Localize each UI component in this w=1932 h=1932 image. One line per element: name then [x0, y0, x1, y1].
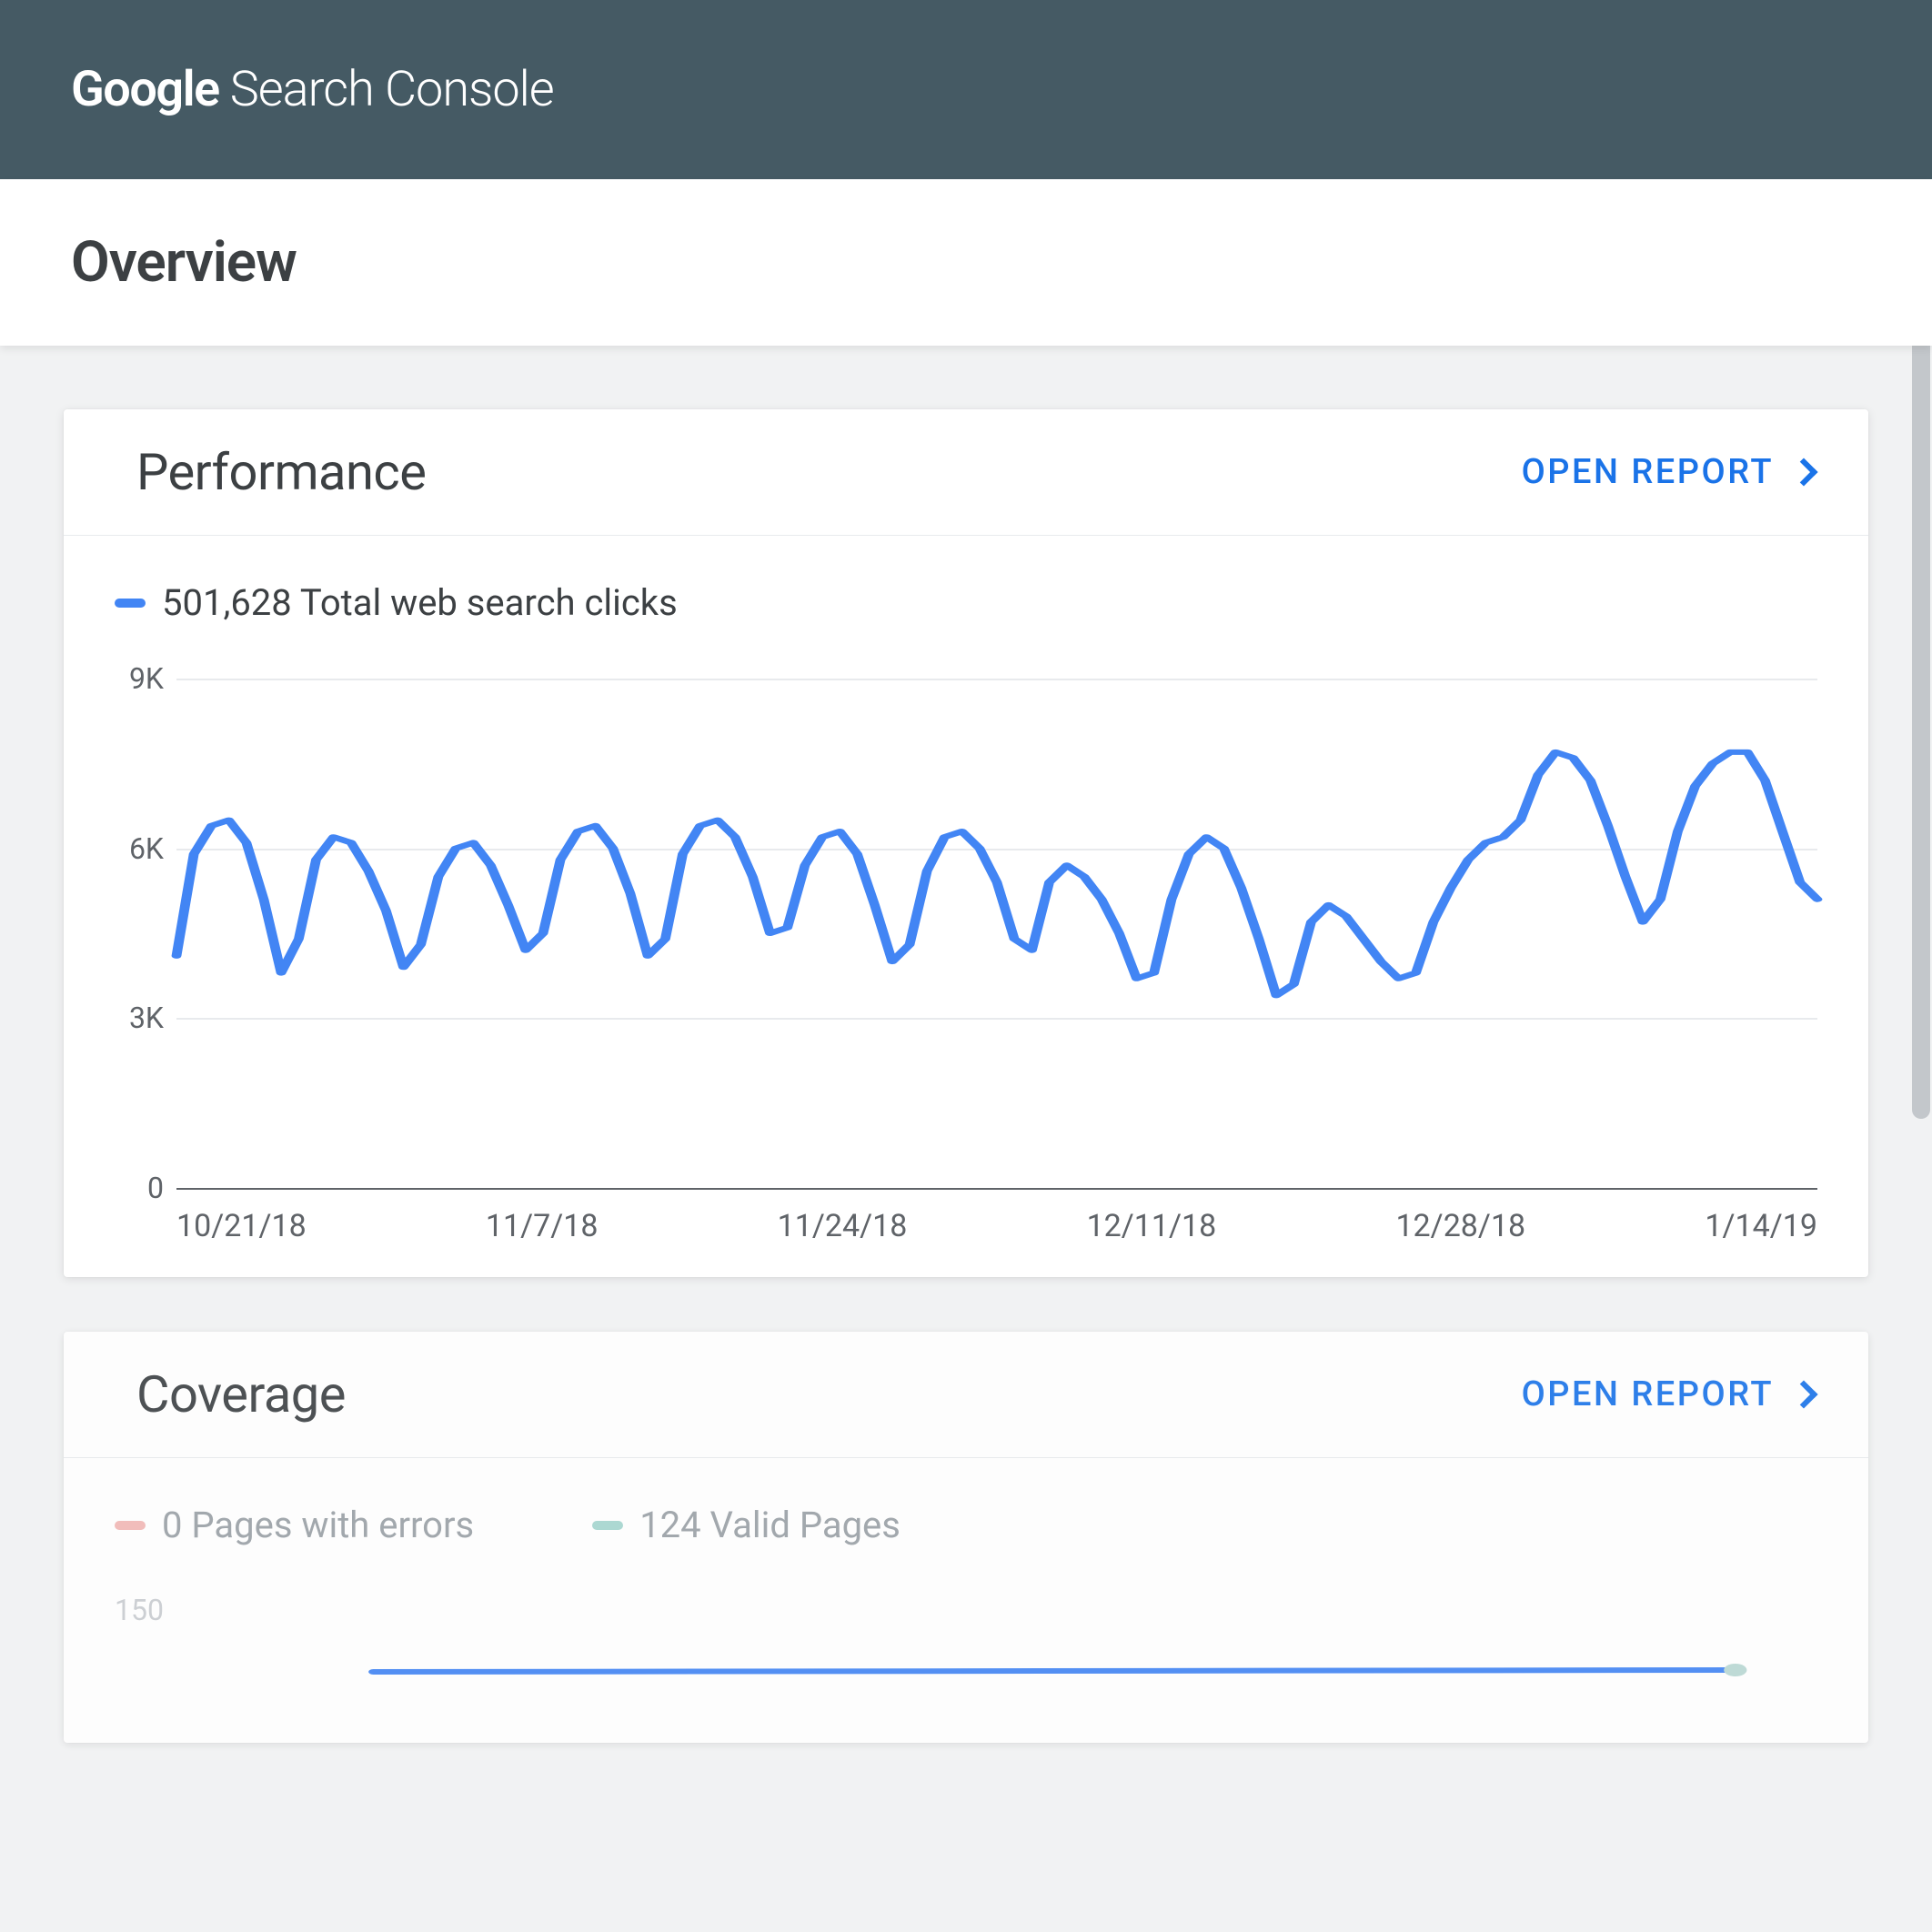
topbar: Google Search Console — [0, 0, 1932, 179]
performance-card-body: 501,628 Total web search clicks 9K 6K 3K… — [64, 536, 1868, 1277]
line-chart-svg — [176, 1601, 1817, 1710]
performance-title: Performance — [136, 442, 426, 502]
y-tick: 3K — [129, 1001, 164, 1035]
legend-label-errors: 0 Pages with errors — [162, 1504, 474, 1546]
y-tick: 150 — [115, 1593, 164, 1627]
legend-item-clicks: 501,628 Total web search clicks — [115, 581, 678, 624]
page-title: Overview — [71, 229, 297, 296]
performance-chart: 9K 6K 3K 0 — [115, 679, 1817, 1188]
x-tick: 10/21/18 — [176, 1208, 307, 1244]
chevron-right-icon — [1789, 1380, 1817, 1408]
legend-label: 501,628 Total web search clicks — [162, 581, 678, 624]
y-tick: 0 — [147, 1171, 164, 1205]
brand-name: Google — [71, 61, 219, 118]
x-tick: 12/28/18 — [1395, 1208, 1525, 1244]
open-report-label: OPEN REPORT — [1522, 1374, 1774, 1414]
coverage-legend: 0 Pages with errors 124 Valid Pages — [115, 1504, 1817, 1546]
legend-swatch-icon — [115, 1521, 146, 1530]
x-tick: 1/14/19 — [1705, 1208, 1817, 1244]
coverage-card-body: 0 Pages with errors 124 Valid Pages 150 — [64, 1458, 1868, 1743]
x-tick: 12/11/18 — [1087, 1208, 1217, 1244]
app-logo: Google Search Console — [71, 61, 554, 118]
chevron-right-icon — [1789, 458, 1817, 486]
x-tick: 11/24/18 — [778, 1208, 908, 1244]
coverage-title: Coverage — [136, 1364, 346, 1424]
coverage-card-header: Coverage OPEN REPORT — [64, 1332, 1868, 1458]
product-name: Search Console — [230, 61, 554, 118]
plot-area — [176, 679, 1817, 1188]
x-tick: 11/7/18 — [486, 1208, 599, 1244]
y-axis-labels: 150 — [115, 1601, 176, 1710]
y-tick: 6K — [129, 831, 164, 866]
line-chart-svg — [176, 679, 1817, 1188]
content-area: Performance OPEN REPORT 501,628 Total we… — [0, 346, 1932, 1743]
performance-open-report-button[interactable]: OPEN REPORT — [1522, 452, 1814, 492]
legend-swatch-icon — [115, 599, 146, 608]
performance-card-header: Performance OPEN REPORT — [64, 409, 1868, 536]
page-header: Overview — [0, 179, 1932, 346]
coverage-open-report-button[interactable]: OPEN REPORT — [1522, 1374, 1814, 1414]
plot-area — [176, 1601, 1817, 1710]
coverage-card: Coverage OPEN REPORT 0 Pages with errors… — [64, 1332, 1868, 1743]
legend-label-valid: 124 Valid Pages — [639, 1504, 901, 1546]
open-report-label: OPEN REPORT — [1522, 452, 1774, 492]
x-axis-labels: 10/21/18 11/7/18 11/24/18 12/11/18 12/28… — [176, 1208, 1817, 1244]
performance-card: Performance OPEN REPORT 501,628 Total we… — [64, 409, 1868, 1277]
performance-legend: 501,628 Total web search clicks — [115, 581, 1817, 624]
legend-item-valid: 124 Valid Pages — [592, 1504, 901, 1546]
y-axis-labels: 9K 6K 3K 0 — [115, 679, 176, 1188]
coverage-chart: 150 — [115, 1601, 1817, 1710]
legend-item-errors: 0 Pages with errors — [115, 1504, 474, 1546]
y-tick: 9K — [129, 661, 164, 696]
legend-swatch-icon — [592, 1521, 623, 1530]
